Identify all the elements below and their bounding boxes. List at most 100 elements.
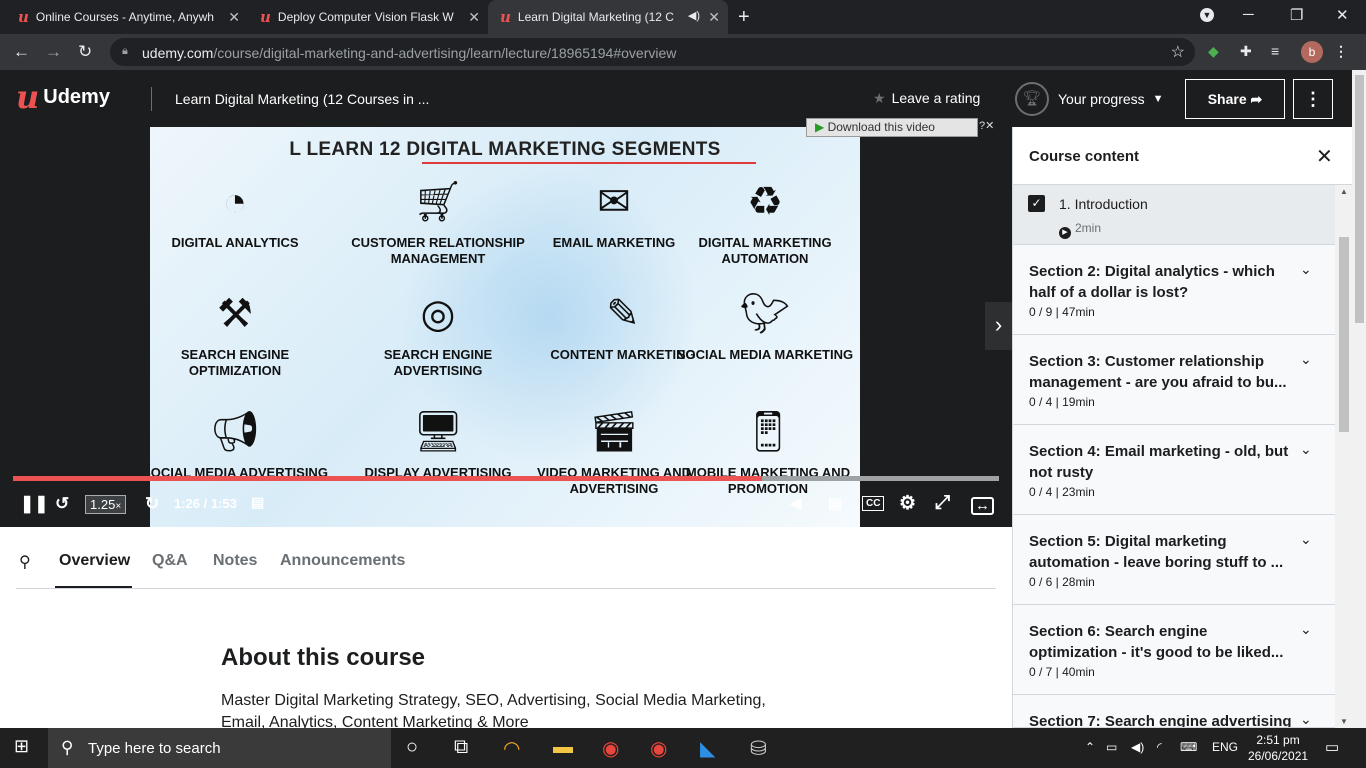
- url-text[interactable]: udemy.com/course/digital-marketing-and-a…: [142, 45, 676, 61]
- address-bar[interactable]: 🔒︎ udemy.com/course/digital-marketing-an…: [110, 38, 1195, 66]
- download-video-button[interactable]: ▶ Download this video: [806, 118, 978, 137]
- chevron-down-icon[interactable]: ⌄: [1300, 261, 1312, 278]
- section-item[interactable]: Section 4: Email marketing - old, but no…: [1013, 425, 1335, 515]
- windows-start-icon[interactable]: ⊞: [14, 736, 29, 757]
- captions-icon[interactable]: CC: [862, 496, 885, 511]
- playback-speed-button[interactable]: 1.25×: [85, 495, 127, 514]
- udemy-favicon-icon: u: [260, 8, 271, 26]
- current-lecture-item[interactable]: ✓ 1. Introduction ▶ 2min: [1013, 185, 1335, 245]
- forward-icon[interactable]: ↻: [145, 494, 159, 514]
- download-help-close-icon[interactable]: ?✕: [979, 119, 994, 132]
- lock-icon: 🔒︎: [122, 45, 128, 57]
- app-icon[interactable]: ◠: [503, 736, 520, 761]
- search-icon[interactable]: ⚲: [19, 552, 31, 572]
- section-item[interactable]: Section 7: Search engine advertising ⌄: [1013, 695, 1335, 728]
- play-triangle-icon: ▶: [815, 120, 825, 134]
- chevron-down-icon[interactable]: ⌄: [1300, 711, 1312, 727]
- section-item[interactable]: Section 5: Digital marketing automation …: [1013, 515, 1335, 605]
- extension-icon[interactable]: ◆: [1208, 43, 1219, 60]
- expanded-view-icon[interactable]: ↔: [971, 497, 994, 515]
- progress-button[interactable]: 🏆︎ Your progress ▼: [1015, 82, 1164, 116]
- keyboard-icon[interactable]: ⌨: [1180, 740, 1197, 754]
- rewind-icon[interactable]: ↺: [55, 494, 69, 514]
- profile-avatar[interactable]: b: [1301, 41, 1323, 63]
- chrome-profile-icon[interactable]: ◉: [650, 736, 667, 761]
- video-player[interactable]: L LEARN 12 DIGITAL MARKETING SEGMENTS ◔ D…: [0, 127, 1012, 527]
- bookmark-icon[interactable]: ▤: [251, 494, 264, 511]
- media-control-icon[interactable]: ≡: [1271, 43, 1279, 59]
- video-progress-bar[interactable]: [13, 476, 999, 481]
- chevron-down-icon[interactable]: ⌄: [1300, 531, 1312, 548]
- scroll-down-icon[interactable]: ▼: [1340, 717, 1348, 726]
- page-scrollbar[interactable]: [1352, 70, 1366, 728]
- section-item[interactable]: Section 6: Search engine optimization - …: [1013, 605, 1335, 695]
- chevron-down-icon[interactable]: ⌄: [1300, 441, 1312, 458]
- tab-title: Online Courses - Anytime, Anywh: [35, 10, 214, 24]
- tab-announcements[interactable]: Announcements: [280, 552, 405, 570]
- sidebar-title: Course content: [1029, 148, 1140, 165]
- settings-gear-icon[interactable]: ⚙: [899, 492, 916, 515]
- notification-icon[interactable]: ▭: [1325, 738, 1339, 756]
- close-tab-icon[interactable]: ✕: [228, 9, 240, 26]
- close-tab-icon[interactable]: ✕: [468, 9, 480, 26]
- close-tab-icon[interactable]: ✕: [708, 9, 720, 26]
- tray-chevron-icon[interactable]: ⌃: [1085, 740, 1095, 754]
- speaker-icon[interactable]: ◀): [1131, 740, 1144, 754]
- next-lecture-button[interactable]: ›: [985, 302, 1012, 350]
- tab-notes[interactable]: Notes: [213, 552, 257, 570]
- bookmark-star-icon[interactable]: ☆: [1171, 42, 1185, 62]
- scroll-up-icon[interactable]: ▲: [1340, 187, 1348, 196]
- taskbar-search[interactable]: ⚲ Type here to search: [48, 728, 391, 768]
- vscode-icon[interactable]: ◣: [700, 736, 715, 761]
- chevron-down-icon[interactable]: ⌄: [1300, 351, 1312, 368]
- back-icon[interactable]: ←: [13, 42, 30, 62]
- close-sidebar-icon[interactable]: ✕: [1316, 144, 1333, 169]
- file-explorer-icon[interactable]: ▬: [553, 736, 573, 759]
- tab-qa[interactable]: Q&A: [152, 552, 188, 570]
- pause-icon[interactable]: ❚❚: [20, 494, 49, 514]
- close-window-icon[interactable]: ✕: [1336, 6, 1349, 24]
- tab-overview[interactable]: Overview: [59, 552, 130, 570]
- share-button[interactable]: Share ➦: [1185, 79, 1285, 119]
- completed-checkbox[interactable]: ✓: [1028, 195, 1045, 212]
- transcript-icon[interactable]: ▤: [828, 494, 842, 512]
- chevron-down-icon[interactable]: ⌄: [1300, 621, 1312, 638]
- clock[interactable]: 2:51 pm 26/06/2021: [1248, 732, 1308, 764]
- puzzle-extensions-icon[interactable]: ✚: [1240, 43, 1252, 60]
- browser-tab[interactable]: u Online Courses - Anytime, Anywh ✕: [8, 0, 248, 34]
- shopping-cart-icon: 🛒︎: [412, 180, 464, 224]
- sidebar-header: Course content ✕: [1013, 127, 1353, 185]
- segment: ◎ SEARCH ENGINE ADVERTISING: [338, 287, 538, 379]
- browser-tab-active[interactable]: u Learn Digital Marketing (12 C ◀) ✕: [488, 0, 728, 34]
- sidebar-scrollbar[interactable]: ▲ ▼: [1335, 185, 1353, 728]
- database-icon[interactable]: ⛁: [750, 736, 767, 761]
- chrome-icon[interactable]: ◉: [602, 736, 619, 761]
- reload-icon[interactable]: ↻: [78, 42, 92, 62]
- section-item[interactable]: Section 3: Customer relationship managem…: [1013, 335, 1335, 425]
- leave-rating-button[interactable]: ★ Leave a rating: [873, 90, 980, 107]
- bird-icon: 🐦︎: [739, 292, 791, 336]
- udemy-logo[interactable]: u Udemy: [16, 81, 110, 113]
- minimize-icon[interactable]: ─: [1243, 6, 1254, 23]
- playback-time: 1:26 / 1:53: [174, 496, 237, 511]
- browser-tab[interactable]: u Deploy Computer Vision Flask W ✕: [248, 0, 488, 34]
- more-options-button[interactable]: ⋮: [1293, 79, 1333, 119]
- course-title[interactable]: Learn Digital Marketing (12 Courses in .…: [175, 91, 429, 107]
- volume-icon[interactable]: ◀: [790, 494, 802, 512]
- maximize-icon[interactable]: ❐: [1290, 6, 1303, 24]
- taskbar-search-placeholder: Type here to search: [88, 740, 221, 757]
- fullscreen-icon[interactable]: ⤢: [935, 492, 950, 514]
- forward-icon[interactable]: →: [45, 42, 62, 62]
- tab-search-icon[interactable]: ▼: [1200, 8, 1214, 22]
- new-tab-icon[interactable]: +: [738, 6, 750, 29]
- network-icon[interactable]: ▭: [1106, 740, 1117, 754]
- browser-menu-icon[interactable]: ⋮: [1334, 43, 1348, 60]
- task-view-icon[interactable]: ⧉: [454, 736, 468, 759]
- sidebar-scroll-thumb[interactable]: [1339, 237, 1349, 432]
- section-item[interactable]: Section 2: Digital analytics - which hal…: [1013, 245, 1335, 335]
- audio-playing-icon[interactable]: ◀): [688, 9, 700, 22]
- language-indicator[interactable]: ENG: [1212, 740, 1238, 754]
- page-scroll-thumb[interactable]: [1355, 75, 1364, 323]
- wifi-icon[interactable]: ◜: [1157, 740, 1162, 754]
- cortana-icon[interactable]: ○: [406, 736, 418, 759]
